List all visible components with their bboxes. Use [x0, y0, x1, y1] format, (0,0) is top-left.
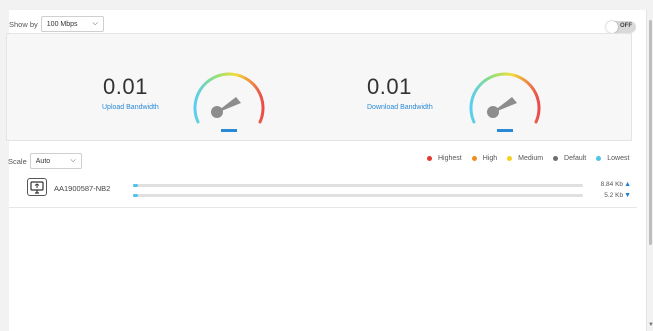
- upload-label: Upload Bandwidth: [102, 104, 159, 111]
- upload-indicator: [221, 129, 237, 132]
- gauge-panel: 0.01 Upload Bandwidth 0.01 Download Band…: [6, 33, 632, 141]
- legend-dot: [427, 156, 432, 161]
- upload-rate-value: 8.84 Kb: [600, 181, 624, 188]
- scrollbar[interactable]: ▼: [648, 10, 653, 331]
- legend-label: Lowest: [607, 155, 630, 162]
- scale-value: Auto: [35, 157, 51, 165]
- toggle-knob: [606, 21, 618, 33]
- show-by-value: 100 Mbps: [46, 20, 78, 28]
- device-name: AA1900587-NB2: [54, 184, 111, 193]
- arrow-down-icon: ▼: [624, 192, 631, 199]
- download-needle: [487, 97, 517, 118]
- legend-item-default: Default: [553, 155, 586, 162]
- upload-gauge: [193, 72, 265, 132]
- scale-label: Scale: [8, 156, 27, 166]
- legend-dot: [507, 156, 513, 161]
- legend-label: Highest: [438, 155, 462, 162]
- legend-label: High: [482, 155, 498, 162]
- toggle-label: OFF: [620, 23, 632, 29]
- download-indicator: [497, 129, 513, 132]
- legend-dot: [471, 156, 477, 161]
- scale-select[interactable]: Auto ⌵: [29, 153, 82, 169]
- legend-dot: [596, 156, 602, 161]
- download-rate: 5.2 Kb▼: [604, 192, 631, 199]
- upload-needle: [211, 97, 241, 118]
- show-by-label: Show by: [9, 19, 38, 29]
- show-by-row: Show by 100 Mbps ⌵: [9, 16, 104, 32]
- scroll-down-icon[interactable]: ▼: [648, 322, 653, 328]
- device-row[interactable]: AA1900587-NB2 8.84 Kb▲ 5.2 Kb▼: [9, 170, 637, 208]
- scale-row: Scale Auto ⌵: [8, 153, 82, 169]
- download-usage-bar: [133, 194, 583, 197]
- legend-item-high: High: [471, 155, 498, 162]
- upload-usage-fill: [133, 184, 138, 187]
- computer-icon: [27, 178, 47, 196]
- upload-rate: 8.84 Kb▲: [601, 181, 631, 188]
- priority-legend: Highest High Medium Default Lowest: [417, 155, 629, 162]
- download-usage-fill: [133, 194, 138, 197]
- chevron-down-icon: ⌵: [92, 20, 98, 27]
- legend-item-lowest: Lowest: [596, 155, 629, 162]
- upload-value: 0.01: [103, 74, 148, 99]
- show-by-select[interactable]: 100 Mbps ⌵: [40, 16, 104, 32]
- legend-item-medium: Medium: [507, 155, 543, 162]
- legend-dot: [553, 156, 559, 161]
- legend-item-highest: Highest: [427, 155, 462, 162]
- arrow-up-icon: ▲: [624, 181, 631, 188]
- legend-label: Default: [564, 155, 587, 162]
- auto-refresh-toggle[interactable]: OFF: [606, 21, 636, 33]
- download-gauge: [469, 72, 541, 132]
- chevron-down-icon: ⌵: [70, 157, 76, 164]
- download-rate-value: 5.2 Kb: [604, 192, 624, 199]
- upload-usage-bar: [133, 184, 583, 187]
- scrollbar-thumb[interactable]: [649, 20, 652, 245]
- download-value: 0.01: [367, 74, 412, 99]
- legend-label: Medium: [518, 155, 544, 162]
- download-label: Download Bandwidth: [367, 104, 433, 111]
